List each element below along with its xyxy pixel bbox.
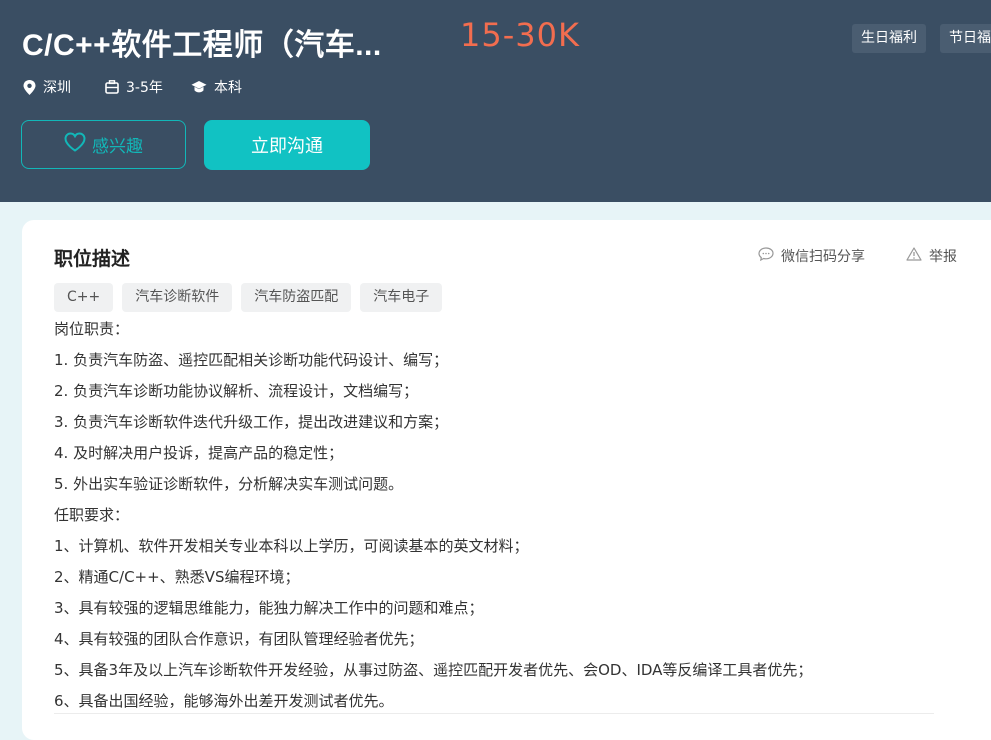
divider — [54, 713, 934, 714]
section-title: 职位描述 — [54, 248, 131, 270]
interested-label: 感兴趣 — [92, 137, 143, 157]
education-text: 本科 — [214, 80, 242, 96]
chat-bubble-icon — [758, 247, 774, 265]
skill-tag: 汽车诊断软件 — [122, 283, 233, 312]
graduation-cap-icon — [191, 80, 207, 94]
wechat-share-button[interactable]: 微信扫码分享 — [758, 246, 865, 266]
skill-tag: 汽车电子 — [360, 283, 443, 312]
skill-tag: C++ — [54, 283, 114, 312]
description-line: 5、具备3年及以上汽车诊断软件开发经验，从事过防盗、遥控匹配开发者优先、会OD、… — [54, 661, 813, 679]
report-label: 举报 — [929, 249, 957, 265]
meta-experience: 3-5年 — [105, 77, 163, 97]
report-button[interactable]: 举报 — [906, 246, 957, 266]
heart-icon — [64, 132, 86, 157]
location-text: 深圳 — [43, 80, 71, 96]
job-title: C/C++软件工程师（汽车... — [22, 29, 382, 62]
salary: 15-30K — [460, 16, 580, 54]
description-line: 2. 负责汽车诊断功能协议解析、流程设计，文档编写； — [54, 382, 419, 400]
description-line: 2、精通C/C++、熟悉VS编程环境； — [54, 568, 300, 586]
description-line: 5. 外出实车验证诊断软件，分析解决实车测试问题。 — [54, 475, 404, 493]
description-line: 4、具有较强的团队合作意识，有团队管理经验者优先； — [54, 630, 424, 648]
welfare-tag: 生日福利 — [852, 24, 926, 53]
meta-education: 本科 — [191, 77, 242, 97]
job-header: C/C++软件工程师（汽车... 15-30K 生日福利 节日福利 深圳 3-5… — [0, 0, 991, 202]
description-line: 1. 负责汽车防盗、遥控匹配相关诊断功能代码设计、编写； — [54, 351, 449, 369]
skill-tag: 汽车防盗匹配 — [241, 283, 352, 312]
meta-location: 深圳 — [23, 77, 71, 97]
welfare-tag: 节日福利 — [940, 24, 991, 53]
description-line: 3、具有较强的逻辑思维能力，能独力解决工作中的问题和难点； — [54, 599, 484, 617]
warning-icon — [906, 247, 922, 265]
job-description-card: 职位描述 微信扫码分享 举报 C++ 汽车诊断软件 汽车防盗匹配 汽车电子 岗位… — [22, 220, 991, 740]
chat-now-button[interactable]: 立即沟通 — [204, 120, 370, 170]
description-heading: 任职要求： — [54, 506, 130, 524]
experience-text: 3-5年 — [126, 80, 163, 96]
share-label: 微信扫码分享 — [781, 249, 865, 265]
chat-now-label: 立即沟通 — [251, 136, 323, 157]
interested-button[interactable]: 感兴趣 — [21, 120, 186, 169]
location-pin-icon — [23, 79, 36, 95]
description-line: 4. 及时解决用户投诉，提高产品的稳定性； — [54, 444, 344, 462]
skill-tags: C++ 汽车诊断软件 汽车防盗匹配 汽车电子 — [54, 283, 443, 312]
briefcase-icon — [105, 80, 119, 94]
description-heading: 岗位职责： — [54, 320, 130, 338]
description-line: 3. 负责汽车诊断软件迭代升级工作，提出改进建议和方案； — [54, 413, 449, 431]
description-line: 1、计算机、软件开发相关专业本科以上学历，可阅读基本的英文材料； — [54, 537, 529, 555]
description-text: 岗位职责： 1. 负责汽车防盗、遥控匹配相关诊断功能代码设计、编写； 2. 负责… — [54, 314, 954, 717]
